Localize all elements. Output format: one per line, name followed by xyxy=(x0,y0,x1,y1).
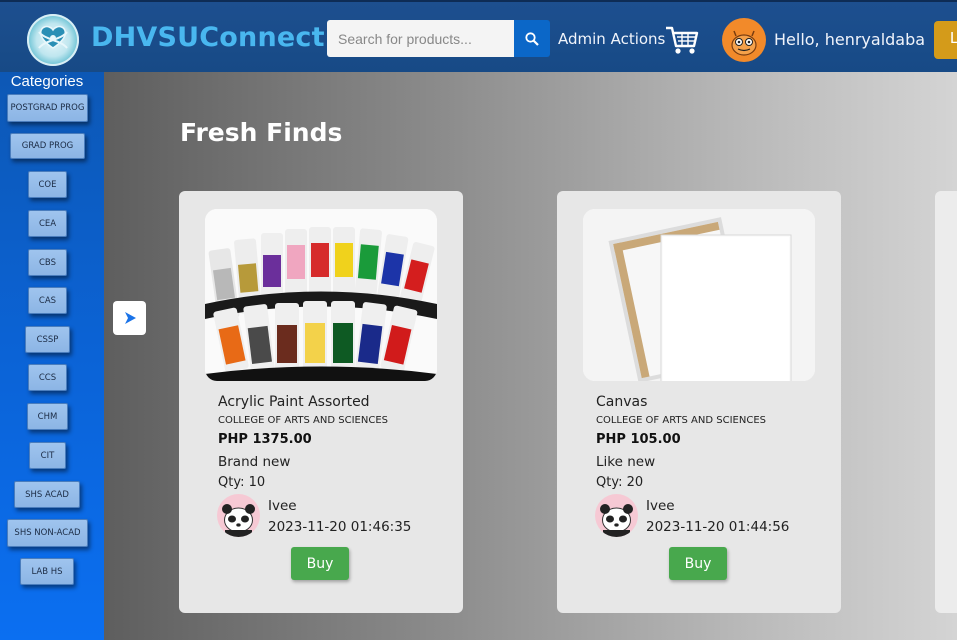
category-lab-hs[interactable]: LAB HS xyxy=(20,558,74,585)
category-sidebar: Categories POSTGRAD PROG GRAD PROG COE C… xyxy=(0,72,104,640)
category-cssp[interactable]: CSSP xyxy=(25,326,70,353)
category-cbs[interactable]: CBS xyxy=(28,249,67,276)
category-postgrad-prog[interactable]: POSTGRAD PROG xyxy=(7,94,88,122)
category-shs-non-acad[interactable]: SHS NON-ACAD xyxy=(7,519,88,547)
category-shs-acad[interactable]: SHS ACAD xyxy=(14,481,80,508)
category-chm[interactable]: CHM xyxy=(27,403,68,430)
logo-icon[interactable] xyxy=(27,14,79,66)
seller-name[interactable]: Ivee xyxy=(646,498,675,514)
category-cit[interactable]: CIT xyxy=(29,442,66,469)
listing-date: 2023-11-20 01:46:35 xyxy=(268,519,412,535)
product-name[interactable]: Canvas xyxy=(596,394,647,410)
category-coe[interactable]: COE xyxy=(28,171,67,198)
seller-avatar[interactable] xyxy=(217,494,260,537)
listing-date: 2023-11-20 01:44:56 xyxy=(646,519,790,535)
product-price: PHP 1375.00 xyxy=(218,432,312,447)
search-input[interactable] xyxy=(327,20,514,57)
product-card-partial[interactable] xyxy=(935,191,957,613)
main-content: Fresh Finds Acrylic Paint Assorted COLLE… xyxy=(104,72,957,640)
buy-button[interactable]: Buy xyxy=(669,547,727,580)
user-avatar[interactable] xyxy=(722,18,766,62)
top-header: DHVSUConnect Admin Actions Hel xyxy=(0,0,957,72)
product-name[interactable]: Acrylic Paint Assorted xyxy=(218,394,370,410)
product-condition: Like new xyxy=(596,454,656,470)
product-price: PHP 105.00 xyxy=(596,432,681,447)
cart-icon[interactable] xyxy=(664,24,700,61)
brand-title[interactable]: DHVSUConnect xyxy=(91,22,325,53)
category-ccs[interactable]: CCS xyxy=(28,364,67,391)
product-quantity: Qty: 20 xyxy=(596,475,644,490)
categories-title: Categories xyxy=(10,73,84,90)
product-college: COLLEGE OF ARTS AND SCIENCES xyxy=(596,415,766,426)
product-card[interactable]: Acrylic Paint Assorted COLLEGE OF ARTS A… xyxy=(179,191,463,613)
seller-name[interactable]: Ivee xyxy=(268,498,297,514)
category-grad-prog[interactable]: GRAD PROG xyxy=(10,133,85,159)
next-arrow-button[interactable] xyxy=(113,301,146,335)
product-card[interactable]: Canvas COLLEGE OF ARTS AND SCIENCES PHP … xyxy=(557,191,841,613)
user-greeting[interactable]: Hello, henryaldaba xyxy=(774,30,925,49)
admin-actions-link[interactable]: Admin Actions xyxy=(558,30,665,48)
search-icon xyxy=(525,31,539,46)
category-cas[interactable]: CAS xyxy=(28,287,67,314)
product-condition: Brand new xyxy=(218,454,291,470)
seller-avatar[interactable] xyxy=(595,494,638,537)
product-image[interactable] xyxy=(583,209,815,381)
next-arrow-icon xyxy=(124,312,136,324)
section-title: Fresh Finds xyxy=(180,118,343,147)
product-image[interactable] xyxy=(205,209,437,381)
buy-button[interactable]: Buy xyxy=(291,547,349,580)
logout-button[interactable]: L xyxy=(934,21,957,59)
search-button[interactable] xyxy=(514,20,550,57)
product-college: COLLEGE OF ARTS AND SCIENCES xyxy=(218,415,388,426)
product-quantity: Qty: 10 xyxy=(218,475,266,490)
category-cea[interactable]: CEA xyxy=(28,210,67,237)
